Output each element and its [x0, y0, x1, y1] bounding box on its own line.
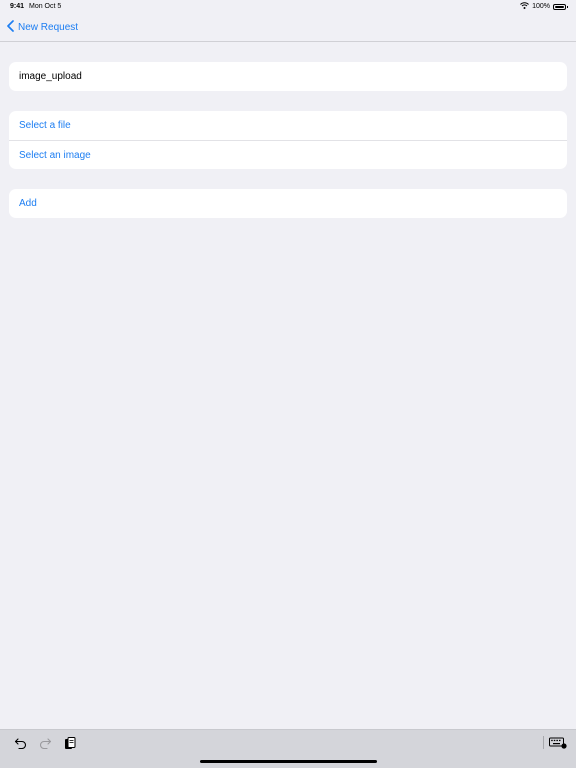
keyboard-shortcut-bar — [0, 729, 576, 768]
undo-icon[interactable] — [13, 736, 27, 750]
paste-icon[interactable] — [63, 736, 77, 750]
navigation-bar: New Request — [0, 14, 576, 42]
status-time: 9:41 — [10, 3, 25, 10]
battery-icon — [553, 3, 568, 10]
add-card: Add — [9, 189, 567, 218]
keyboard-icon[interactable] — [549, 736, 567, 750]
select-image-button[interactable]: Select an image — [9, 140, 567, 169]
attachment-options-card: Select a file Select an image — [9, 111, 567, 169]
wifi-icon — [520, 2, 529, 11]
status-date: Mon Oct 5 — [29, 3, 62, 10]
back-button-label: New Request — [18, 22, 79, 33]
back-button[interactable]: New Request — [7, 20, 78, 35]
toolbar-divider — [543, 736, 544, 749]
status-bar: 9:41 Mon Oct 5 100% — [0, 0, 576, 14]
select-file-button[interactable]: Select a file — [9, 111, 567, 140]
name-field[interactable]: image_upload — [9, 62, 567, 91]
name-field-card: image_upload — [9, 62, 567, 91]
redo-icon[interactable] — [38, 736, 52, 750]
battery-percent: 100% — [532, 3, 550, 10]
battery-level — [555, 5, 564, 8]
home-indicator — [200, 760, 377, 763]
status-indicators: 100% — [520, 2, 568, 11]
add-button[interactable]: Add — [9, 189, 567, 218]
chevron-left-icon — [7, 20, 18, 35]
